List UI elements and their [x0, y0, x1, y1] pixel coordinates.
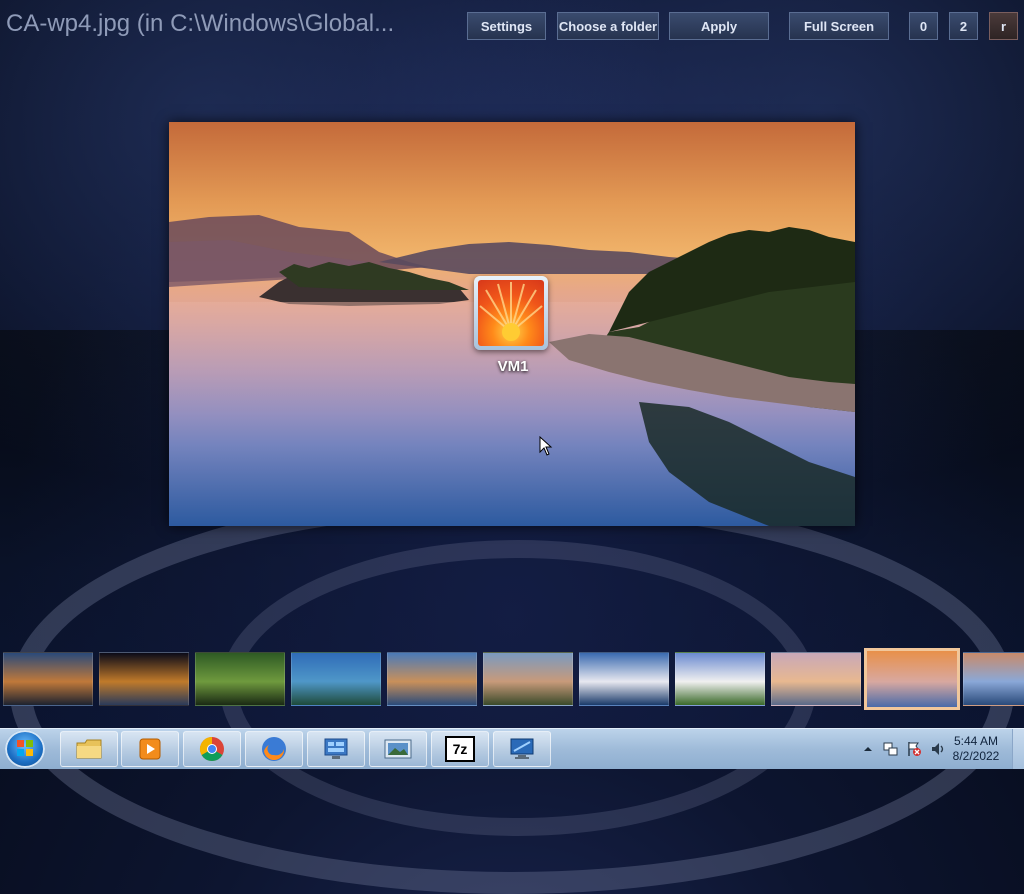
firefox-icon — [262, 737, 286, 761]
taskbar-control-panel[interactable] — [307, 731, 365, 767]
thumb-canyon-river[interactable] — [483, 652, 573, 706]
clock-time: 5:44 AM — [953, 734, 999, 748]
fullscreen-button[interactable]: Full Screen — [789, 12, 889, 40]
media-player-icon — [139, 738, 161, 760]
user-account-tile[interactable] — [474, 276, 548, 350]
choose-folder-button[interactable]: Choose a folder — [557, 12, 659, 40]
control-panel-icon — [324, 738, 348, 759]
thumb-lake-dusk[interactable] — [963, 652, 1024, 706]
file-explorer-icon — [76, 739, 102, 759]
settings-button[interactable]: Settings — [467, 12, 546, 40]
volume-icon[interactable] — [930, 741, 946, 757]
network-icon[interactable] — [882, 741, 898, 757]
thumbnail-strip — [0, 648, 1024, 710]
7zip-icon: 7z — [445, 736, 475, 762]
thumb-lake-sunset[interactable] — [864, 648, 960, 710]
taskbar-media-player[interactable] — [121, 731, 179, 767]
taskbar: 7z 5:44 AM 8/2/2022 — [0, 728, 1024, 769]
mouse-cursor-icon — [539, 436, 553, 456]
show-hidden-icons-icon[interactable] — [860, 741, 876, 757]
taskbar-photo-viewer[interactable] — [369, 731, 427, 767]
taskbar-firefox[interactable] — [245, 731, 303, 767]
thumb-sydney-harbour[interactable] — [291, 652, 381, 706]
taskbar-file-explorer[interactable] — [60, 731, 118, 767]
button-r[interactable]: r — [989, 12, 1018, 40]
start-button[interactable] — [5, 730, 45, 768]
apply-button[interactable]: Apply — [669, 12, 769, 40]
taskbar-remote-desktop[interactable] — [493, 731, 551, 767]
window-title: CA-wp4.jpg (in C:\Windows\Global... — [6, 10, 395, 37]
thumb-twelve-apostles[interactable] — [387, 652, 477, 706]
thumb-mountain-lake[interactable] — [579, 652, 669, 706]
button-2[interactable]: 2 — [949, 12, 978, 40]
taskbar-7zip[interactable]: 7z — [431, 731, 489, 767]
show-desktop-button[interactable] — [1012, 729, 1024, 769]
remote-desktop-icon — [510, 738, 534, 759]
thumb-alpine-meadow[interactable] — [675, 652, 765, 706]
clock-date: 8/2/2022 — [952, 749, 1000, 763]
windows-logo-icon — [17, 740, 33, 756]
action-center-icon[interactable] — [906, 741, 922, 757]
thumb-rainforest-waterfall[interactable] — [195, 652, 285, 706]
photo-viewer-icon — [384, 739, 412, 759]
taskbar-clock[interactable]: 5:44 AM 8/2/2022 — [948, 734, 1004, 764]
user-picture-flower — [478, 280, 544, 346]
thumb-baobab-sunset[interactable] — [3, 652, 93, 706]
button-0[interactable]: 0 — [909, 12, 938, 40]
chrome-icon — [199, 737, 224, 762]
user-name-label: VM1 — [497, 358, 529, 375]
flower-icon — [479, 282, 543, 341]
taskbar-chrome[interactable] — [183, 731, 241, 767]
thumb-fireworks-city[interactable] — [99, 652, 189, 706]
thumb-lighthouse-coast[interactable] — [771, 652, 861, 706]
